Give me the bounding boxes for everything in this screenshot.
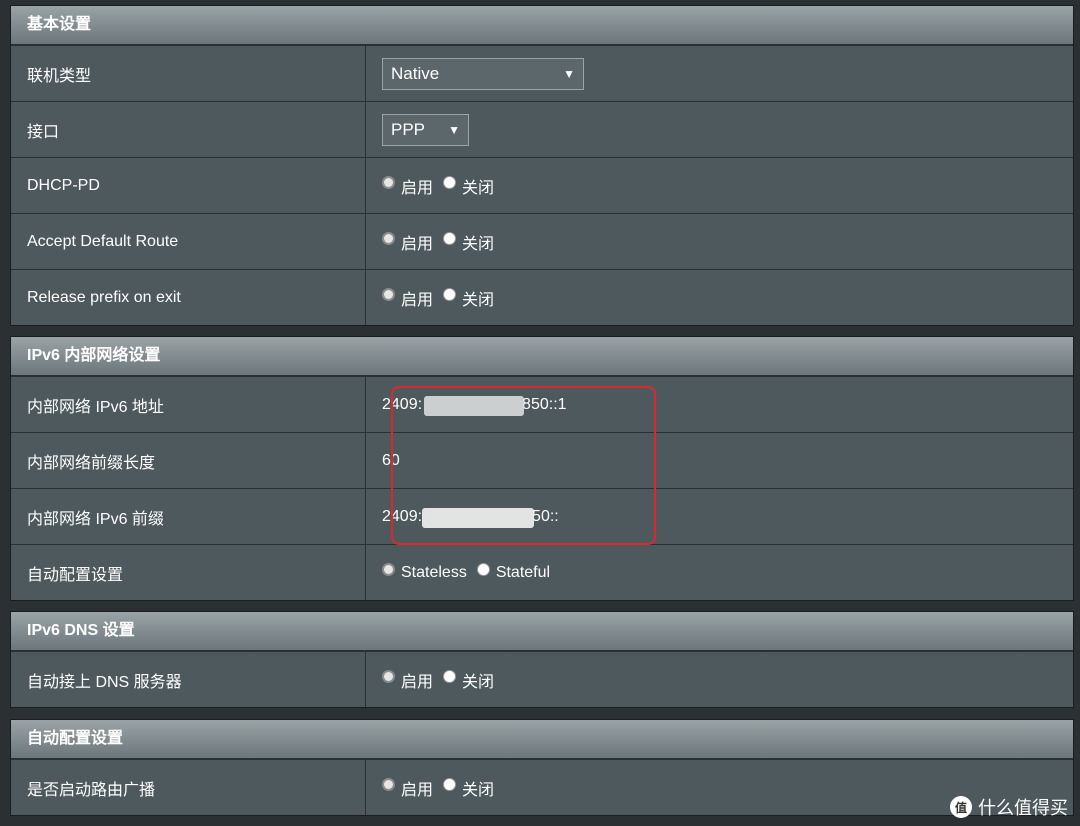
label-lan-ipv6-prefix: 内部网络 IPv6 前缀	[11, 489, 366, 544]
release-prefix-disable-radio[interactable]: 关闭	[443, 286, 494, 310]
section-title-dns: IPv6 DNS 设置	[11, 612, 1073, 651]
smzdm-logo-icon: 值	[950, 796, 972, 818]
chevron-down-icon: ▼	[448, 122, 460, 137]
label-auto-dns: 自动接上 DNS 服务器	[11, 652, 366, 707]
label-router-advertisement: 是否启动路由广播	[11, 760, 366, 815]
autoconf-stateful-radio[interactable]: Stateful	[476, 563, 550, 582]
watermark-text: 什么值得买	[978, 798, 1068, 818]
section-title-autoconf: 自动配置设置	[11, 720, 1073, 759]
radio-checked-icon	[382, 563, 395, 576]
section-title-lan: IPv6 内部网络设置	[11, 337, 1073, 376]
label-lan-ipv6-address: 内部网络 IPv6 地址	[11, 377, 366, 432]
radio-unchecked-icon	[443, 778, 457, 791]
interface-value: PPP	[391, 119, 426, 139]
autoconf-stateless-radio[interactable]: Stateless	[382, 563, 467, 582]
label-interface: 接口	[11, 102, 366, 157]
radio-checked-icon	[382, 288, 395, 301]
auto-dns-disable-radio[interactable]: 关闭	[443, 668, 494, 692]
radio-checked-icon	[382, 778, 395, 791]
basic-settings-section: 基本设置 联机类型 Native ▼ 接口 PPP ▼ DHCP-PD 启用 关…	[10, 5, 1074, 326]
release-prefix-enable-radio[interactable]: 启用	[382, 286, 433, 310]
row-dhcp-pd: DHCP-PD 启用 关闭	[11, 157, 1073, 213]
interface-select[interactable]: PPP ▼	[382, 113, 469, 146]
router-adv-disable-radio[interactable]: 关闭	[443, 776, 494, 800]
row-lan-autoconf: 自动配置设置 Stateless Stateful	[11, 544, 1073, 600]
chevron-down-icon: ▼	[563, 66, 575, 81]
autoconf-settings-section: 自动配置设置 是否启动路由广播 启用 关闭	[10, 719, 1074, 816]
accept-route-enable-radio[interactable]: 启用	[382, 230, 433, 254]
radio-unchecked-icon	[476, 563, 490, 576]
radio-unchecked-icon	[443, 176, 457, 189]
label-accept-default-route: Accept Default Route	[11, 214, 366, 269]
label-connection-type: 联机类型	[11, 46, 366, 101]
dhcp-pd-enable-radio[interactable]: 启用	[382, 174, 433, 198]
accept-route-disable-radio[interactable]: 关闭	[443, 230, 494, 254]
connection-type-value: Native	[391, 63, 440, 83]
router-adv-enable-radio[interactable]: 启用	[382, 776, 433, 800]
row-accept-default-route: Accept Default Route 启用 关闭	[11, 213, 1073, 269]
radio-checked-icon	[382, 670, 395, 683]
highlight-annotation-box	[391, 386, 656, 545]
dns-settings-section: IPv6 DNS 设置 自动接上 DNS 服务器 启用 关闭	[10, 611, 1074, 708]
watermark: 值 什么值得买	[950, 794, 1068, 820]
section-title-basic: 基本设置	[11, 6, 1073, 45]
auto-dns-enable-radio[interactable]: 启用	[382, 668, 433, 692]
radio-checked-icon	[382, 232, 395, 245]
radio-unchecked-icon	[443, 670, 457, 683]
label-lan-prefix-length: 内部网络前缀长度	[11, 433, 366, 488]
label-release-prefix: Release prefix on exit	[11, 270, 366, 325]
row-interface: 接口 PPP ▼	[11, 101, 1073, 157]
radio-unchecked-icon	[443, 232, 457, 245]
row-connection-type: 联机类型 Native ▼	[11, 45, 1073, 101]
row-release-prefix: Release prefix on exit 启用 关闭	[11, 269, 1073, 325]
row-auto-dns: 自动接上 DNS 服务器 启用 关闭	[11, 651, 1073, 707]
radio-unchecked-icon	[443, 288, 457, 301]
row-router-advertisement: 是否启动路由广播 启用 关闭	[11, 759, 1073, 815]
label-dhcp-pd: DHCP-PD	[11, 158, 366, 213]
radio-checked-icon	[382, 176, 395, 189]
connection-type-select[interactable]: Native ▼	[382, 57, 584, 90]
dhcp-pd-disable-radio[interactable]: 关闭	[443, 174, 494, 198]
label-lan-autoconf: 自动配置设置	[11, 545, 366, 600]
